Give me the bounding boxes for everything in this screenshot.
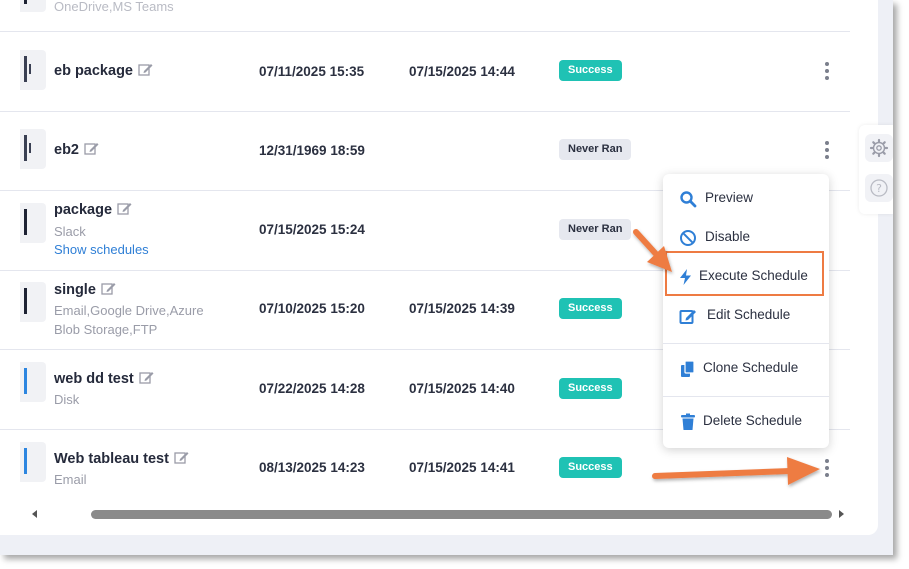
schedule-name-text: package [54, 202, 113, 218]
file-icon [20, 362, 46, 402]
menu-item-preview[interactable]: Preview [663, 186, 829, 212]
edit-icon[interactable] [117, 202, 132, 216]
row-destinations: Disk [54, 392, 80, 407]
svg-text:?: ? [876, 182, 882, 195]
edit-icon[interactable] [139, 371, 154, 385]
trash-icon [681, 413, 695, 430]
menu-item-label: Delete Schedule [703, 413, 803, 428]
schedule-name-text: eb2 [54, 142, 79, 158]
help-icon: ? [870, 179, 888, 197]
side-tools-panel: ? [859, 125, 893, 214]
row-destinations: Email [54, 472, 87, 487]
created-date: 07/10/2025 15:20 [259, 301, 365, 316]
status-badge: Success [559, 378, 622, 399]
settings-button[interactable] [865, 134, 893, 162]
last-run-date: 07/15/2025 14:44 [409, 64, 515, 79]
created-date: 07/11/2025 15:35 [259, 64, 365, 79]
show-schedules-link[interactable]: Show schedules [54, 242, 149, 257]
file-icon [20, 282, 46, 322]
row-destinations: Email,Google Drive,Azure [54, 303, 204, 318]
row-actions-menu: Preview Disable Execute Schedule Edit Sc… [663, 174, 829, 448]
scroll-right-icon[interactable] [839, 510, 844, 518]
status-badge: Never Ran [559, 219, 632, 240]
created-date: 08/13/2025 14:23 [259, 460, 365, 475]
help-button[interactable]: ? [865, 174, 893, 202]
schedule-name-text: single [54, 282, 96, 298]
row-destinations: OneDrive,MS Teams [54, 0, 174, 14]
schedule-name: Web tableau test [54, 451, 189, 467]
created-date: 07/15/2025 15:24 [259, 222, 365, 237]
schedule-name: eb package [54, 63, 153, 79]
menu-separator [663, 396, 829, 397]
menu-item-clone-schedule[interactable]: Clone Schedule [663, 356, 829, 382]
last-run-date: 07/15/2025 14:39 [409, 301, 515, 316]
copy-icon [681, 360, 695, 377]
scrollbar-thumb[interactable] [91, 510, 832, 519]
edit-icon[interactable] [101, 282, 116, 296]
window-frame: OneDrive,MS Teams eb package 07/11/2025 … [0, 0, 893, 555]
table-row[interactable]: OneDrive,MS Teams [0, 0, 850, 32]
file-icon [20, 0, 46, 12]
kebab-icon[interactable] [824, 62, 830, 80]
schedule-name-text: eb package [54, 63, 133, 79]
schedule-name: eb2 [54, 142, 99, 158]
schedule-name: package [54, 202, 132, 218]
menu-item-disable[interactable]: Disable [663, 225, 829, 251]
scroll-left-icon[interactable] [32, 510, 37, 518]
status-badge: Success [559, 298, 622, 319]
created-date: 12/31/1969 18:59 [259, 143, 365, 158]
schedule-name: web dd test [54, 371, 154, 387]
status-badge: Never Ran [559, 139, 632, 160]
table-row[interactable]: eb package 07/11/2025 15:35 07/15/2025 1… [0, 32, 850, 112]
schedule-name: single [54, 282, 116, 298]
menu-item-label: Disable [705, 229, 751, 244]
file-icon [20, 50, 46, 90]
created-date: 07/22/2025 14:28 [259, 381, 365, 396]
row-destinations: Slack [54, 224, 86, 239]
horizontal-scrollbar[interactable] [32, 507, 850, 521]
edit-icon[interactable] [174, 451, 189, 465]
menu-item-delete-schedule[interactable]: Delete Schedule [663, 409, 829, 435]
status-badge: Success [559, 457, 622, 478]
menu-item-label: Edit Schedule [707, 307, 791, 322]
edit-square-icon [679, 310, 696, 324]
menu-item-label: Clone Schedule [703, 360, 799, 375]
gear-icon [869, 138, 889, 158]
file-icon [20, 129, 46, 169]
edit-icon[interactable] [84, 142, 99, 156]
annotation-highlight-box [665, 251, 824, 296]
ban-icon [680, 230, 696, 246]
menu-separator [663, 343, 829, 344]
row-destinations-cont: Blob Storage,FTP [54, 322, 158, 337]
kebab-icon[interactable] [824, 141, 830, 159]
menu-item-label: Preview [705, 190, 754, 205]
file-icon [20, 203, 46, 243]
schedule-name-text: web dd test [54, 371, 134, 387]
kebab-icon[interactable] [824, 459, 830, 477]
file-icon [20, 442, 46, 482]
edit-icon[interactable] [138, 63, 153, 77]
last-run-date: 07/15/2025 14:40 [409, 381, 515, 396]
status-badge: Success [559, 60, 622, 81]
search-icon [680, 191, 697, 208]
schedule-name-text: Web tableau test [54, 451, 169, 467]
menu-item-edit-schedule[interactable]: Edit Schedule [663, 303, 829, 329]
last-run-date: 07/15/2025 14:41 [409, 460, 515, 475]
